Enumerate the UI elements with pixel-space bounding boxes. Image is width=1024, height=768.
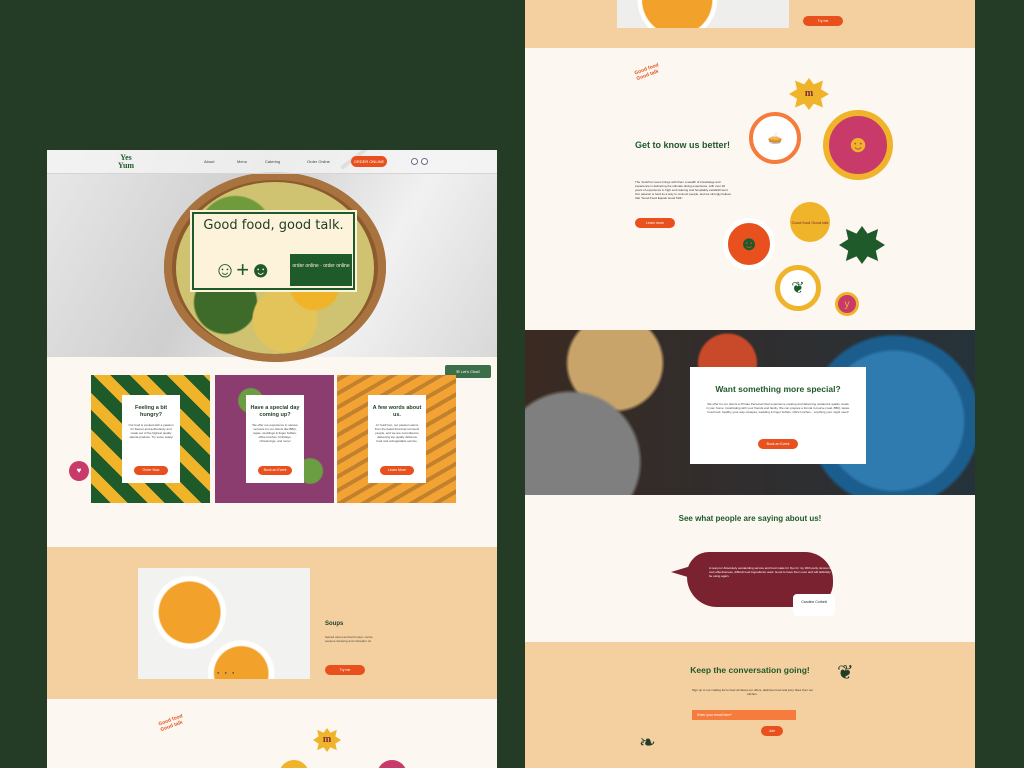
- special-card: Want something more special? We offer fo…: [690, 367, 866, 464]
- tile-title: Have a special day coming up?: [250, 405, 300, 418]
- order-now-button[interactable]: Order Now: [134, 466, 168, 475]
- tile-title: A few words about us.: [372, 405, 422, 418]
- soup-image: [138, 568, 310, 679]
- order-online-button[interactable]: ORDER ONLINE: [351, 156, 387, 167]
- pie-icon: 🥧: [749, 112, 801, 164]
- facebook-icon[interactable]: [421, 158, 428, 165]
- good-food-badge-icon: Good food Good talk: [790, 202, 830, 242]
- order-online-badge[interactable]: order online · order online: [290, 254, 352, 286]
- tile-text: Our food is cooked with a passion for fl…: [128, 423, 174, 439]
- join-button[interactable]: Join: [761, 726, 783, 736]
- leaf-icon: ❦: [837, 662, 854, 684]
- special-section: Want something more special? We offer fo…: [525, 330, 975, 495]
- try-me-button[interactable]: Try me: [803, 16, 843, 26]
- leaf-icon: ❧: [639, 732, 656, 754]
- newsletter-text: Sign up to our mailing list to hear all …: [691, 688, 814, 696]
- testimonials-title: See what people are saying about us!: [678, 514, 822, 523]
- logo[interactable]: Yes Yum: [115, 154, 137, 172]
- tile-text: At Yes&Yum, our passion stems from the b…: [374, 423, 420, 443]
- about-text: The Yes&Yum team brings with them a weal…: [635, 180, 732, 200]
- newsletter-title: Keep the conversation going!: [690, 665, 810, 675]
- nav-menu[interactable]: Menu: [237, 159, 247, 164]
- m-star-icon: m: [789, 78, 829, 110]
- special-title: Want something more special?: [715, 384, 841, 394]
- testimonial-author: Caroline Corbett: [793, 594, 835, 616]
- hero-title: Good food, good talk.: [203, 218, 344, 233]
- menu-carousel-section: Try me: [525, 0, 975, 48]
- hero-section: Good food, good talk. ☺+☻ order online ·…: [47, 150, 497, 362]
- nav-about[interactable]: About: [204, 159, 214, 164]
- book-event-button[interactable]: Book an Event: [758, 439, 798, 449]
- pink-badge-icon: [377, 760, 407, 768]
- pink-seal-icon: ♥: [69, 461, 89, 481]
- m-star-icon: m: [313, 728, 341, 752]
- homepage-bottom-preview: Try me Good food Good talk m Get to know…: [525, 0, 975, 768]
- tile-text: We offer our experience in various servi…: [252, 423, 298, 443]
- soup-title: Soups: [325, 621, 344, 627]
- book-event-button[interactable]: Book an Event: [258, 466, 292, 475]
- tile-about: A few words about us. At Yes&Yum, our pa…: [337, 375, 456, 503]
- learn-more-button[interactable]: Learn More: [380, 466, 414, 475]
- top-nav: Yes Yum About Menu Catering Order Online…: [47, 150, 497, 174]
- tile-card: Have a special day coming up? We offer o…: [246, 395, 304, 483]
- green-star-icon: [839, 226, 885, 264]
- hero-card: Good food, good talk. ☺+☻ order online ·…: [190, 210, 357, 292]
- tile-card: A few words about us. At Yes&Yum, our pa…: [368, 395, 426, 483]
- good-food-seal: Good food Good talk: [633, 62, 660, 83]
- email-input[interactable]: Enter your email here*: [692, 710, 796, 720]
- nav-order-online[interactable]: Order Online: [307, 159, 330, 164]
- face-green-icon: ☻: [723, 218, 775, 270]
- homepage-top-preview: Good food, good talk. ☺+☻ order online ·…: [47, 150, 497, 768]
- newsletter-section: Keep the conversation going! ❦ Sign up t…: [525, 642, 975, 768]
- instagram-icon[interactable]: [411, 158, 418, 165]
- soup-description: Spiced carrot and lentil soup, carrot-se…: [325, 635, 374, 643]
- leaf-badge-icon: ❦: [775, 265, 821, 311]
- tile-title: Feeling a bit hungry?: [134, 405, 168, 418]
- faces-illustration-icon: ☺+☻: [206, 254, 280, 286]
- special-text: We offer for our clients a Private Perso…: [706, 402, 850, 414]
- about-title: Get to know us better!: [635, 140, 731, 150]
- circle-badge-icon: [279, 760, 309, 768]
- good-food-seal: Good food Good talk: [157, 713, 184, 734]
- learn-more-button[interactable]: Learn more: [635, 218, 675, 228]
- tile-card: Feeling a bit hungry? Our food is cooked…: [122, 395, 180, 483]
- nav-catering[interactable]: Catering: [265, 159, 280, 164]
- tile-hungry: Feeling a bit hungry? Our food is cooked…: [91, 375, 210, 503]
- menu-carousel-section: ● ● ● Soups Spiced carrot and lentil sou…: [47, 547, 497, 699]
- y-badge-icon: y: [835, 292, 859, 316]
- soup-image: [617, 0, 789, 28]
- carousel-dots[interactable]: ● ● ●: [217, 670, 236, 675]
- face-badge-icon: ☻: [823, 110, 893, 180]
- try-me-button[interactable]: Try me: [325, 665, 365, 675]
- tile-special-day: Have a special day coming up? We offer o…: [215, 375, 334, 503]
